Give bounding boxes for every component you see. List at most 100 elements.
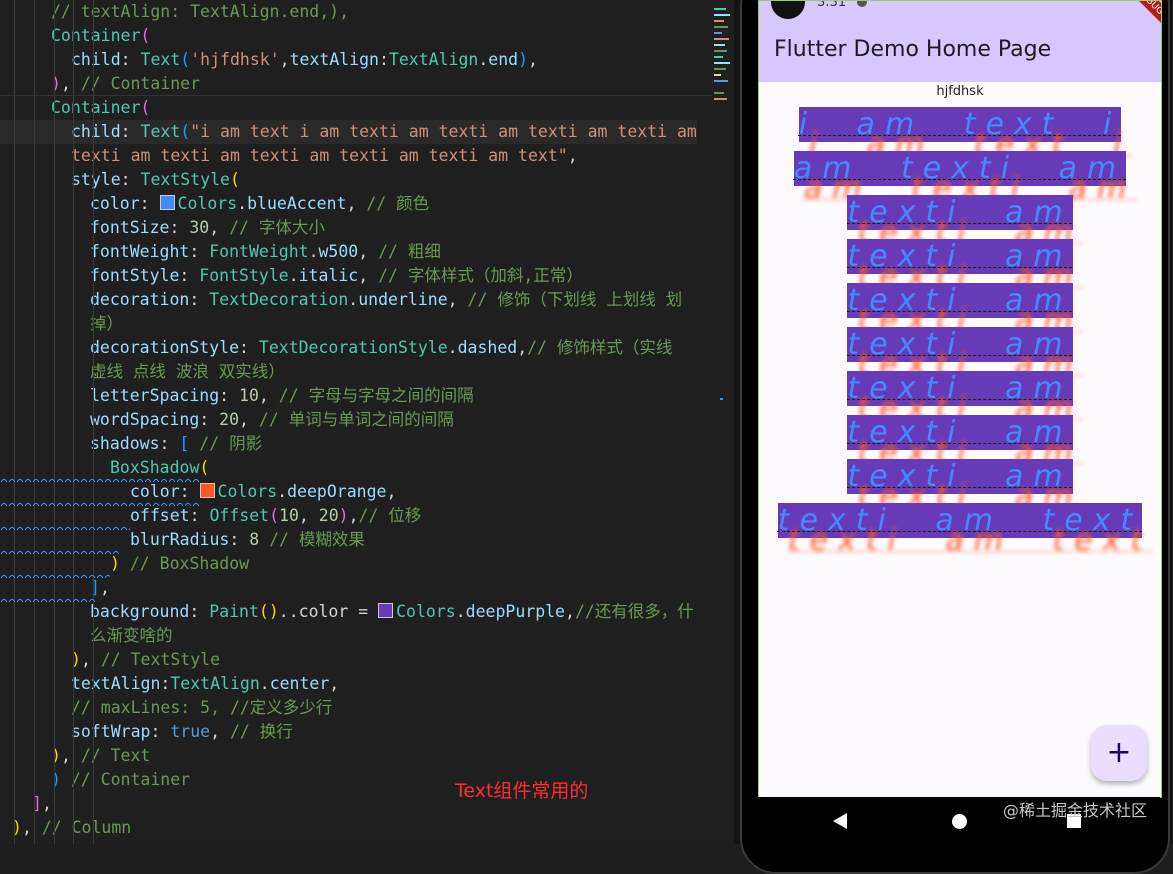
code-line[interactable]: ), // Text bbox=[0, 744, 150, 768]
code-token: Container bbox=[51, 98, 141, 117]
code-line[interactable]: style: TextStyle( bbox=[0, 168, 240, 192]
code-line[interactable]: offset: Offset(10, 20),// 位移 bbox=[0, 504, 421, 528]
code-line[interactable]: 掉） bbox=[0, 312, 123, 336]
code-line[interactable]: ), // TextStyle bbox=[0, 648, 220, 672]
code-token: 'hjfdhsk' bbox=[190, 50, 280, 69]
code-line[interactable]: // textAlign: TextAlign.end,), bbox=[0, 0, 349, 24]
code-token: : bbox=[159, 434, 180, 453]
code-token: blueAccent bbox=[247, 194, 347, 213]
code-token: color bbox=[90, 194, 140, 213]
lint-squiggle bbox=[0, 502, 200, 506]
code-line[interactable]: // maxLines: 5, //定义多少行 bbox=[0, 696, 332, 720]
color-swatch-icon[interactable] bbox=[159, 195, 175, 210]
code-token: 30 bbox=[189, 218, 210, 237]
code-token: "i am text i am texti am texti am texti … bbox=[190, 122, 697, 141]
code-line[interactable]: background: Paint()..color = Colors.deep… bbox=[0, 600, 694, 624]
code-token: , bbox=[517, 338, 528, 357]
code-line[interactable]: 么渐变啥的 bbox=[0, 624, 173, 648]
lint-squiggle bbox=[0, 574, 110, 578]
home-icon[interactable] bbox=[952, 814, 967, 829]
code-token: texti am texti am texti am texti am text… bbox=[71, 146, 568, 165]
code-token: ( bbox=[180, 122, 191, 141]
code-line[interactable]: Container( bbox=[0, 24, 150, 48]
code-token: , bbox=[210, 722, 230, 741]
code-line[interactable]: child: Text("i am text i am texti am tex… bbox=[0, 120, 697, 144]
code-line[interactable]: ], bbox=[0, 792, 52, 816]
code-line[interactable]: ) // Container bbox=[0, 768, 190, 792]
code-token: Container bbox=[51, 26, 141, 45]
code-token: 么渐变啥的 bbox=[90, 626, 173, 645]
code-line[interactable]: child: Text('hjfdhsk',textAlign:TextAlig… bbox=[0, 48, 538, 72]
code-token: : bbox=[189, 506, 210, 525]
back-icon[interactable] bbox=[833, 813, 847, 829]
code-line[interactable]: shadows: [ // 阴影 bbox=[0, 432, 262, 456]
code-token: 10 bbox=[279, 506, 299, 525]
code-token: , bbox=[358, 242, 379, 261]
code-token: Text bbox=[140, 122, 181, 141]
floating-action-button[interactable]: + bbox=[1091, 725, 1147, 781]
code-token: w500 bbox=[318, 242, 359, 261]
code-token: ) bbox=[518, 50, 529, 69]
code-token: true bbox=[170, 722, 211, 741]
color-swatch-icon[interactable] bbox=[378, 603, 394, 618]
code-token: textAlign bbox=[289, 50, 379, 69]
code-line[interactable]: textAlign:TextAlign.center, bbox=[0, 672, 339, 696]
code-token: TextAlign bbox=[170, 674, 260, 693]
code-token: : bbox=[139, 194, 160, 213]
code-line[interactable]: ), // Container bbox=[0, 72, 200, 96]
code-token: . bbox=[308, 242, 319, 261]
editor-minimap[interactable] bbox=[712, 0, 734, 844]
code-token: style bbox=[71, 170, 121, 189]
code-token: // Container bbox=[60, 770, 191, 789]
code-line[interactable]: color: Colors.deepOrange, bbox=[0, 480, 396, 504]
overlay-caption: Text组件常用的 bbox=[455, 780, 589, 802]
code-token: // 位移 bbox=[358, 506, 422, 525]
text-hjfdhsk: hjfdhsk bbox=[936, 84, 984, 99]
code-line[interactable]: BoxShadow( bbox=[0, 456, 209, 480]
status-notification-icon bbox=[857, 1, 867, 7]
code-line[interactable]: wordSpacing: 20, // 单词与单词之间的间隔 bbox=[0, 408, 454, 432]
code-line[interactable]: fontStyle: FontStyle.italic, // 字体样式（加斜,… bbox=[0, 264, 583, 288]
code-token: , bbox=[209, 218, 230, 237]
code-line[interactable]: fontSize: 30, // 字体大小 bbox=[0, 216, 325, 240]
code-line[interactable]: ), // Column bbox=[0, 816, 131, 840]
code-token: // 单词与单词之间的间隔 bbox=[258, 410, 454, 429]
plus-icon: + bbox=[1106, 735, 1132, 770]
code-line[interactable]: 虚线 点线 波浪 双实线） bbox=[0, 360, 285, 384]
code-token: // maxLines: 5, //定义多少行 bbox=[71, 698, 333, 717]
color-swatch-icon[interactable] bbox=[199, 483, 215, 498]
code-token: fontWeight bbox=[90, 242, 190, 261]
code-line[interactable]: ) // BoxShadow bbox=[0, 552, 249, 576]
code-line[interactable]: Container( bbox=[0, 96, 150, 120]
code-token: softWrap bbox=[71, 722, 151, 741]
code-line[interactable]: decorationStyle: TextDecorationStyle.das… bbox=[0, 336, 672, 360]
code-token: 10 bbox=[239, 386, 259, 405]
code-line[interactable]: fontWeight: FontWeight.w500, // 粗细 bbox=[0, 240, 441, 264]
code-token: , bbox=[329, 674, 340, 693]
code-line[interactable]: texti am texti am texti am texti am text… bbox=[0, 144, 578, 168]
code-token: . bbox=[259, 674, 270, 693]
code-token: . bbox=[455, 602, 466, 621]
code-token: underline bbox=[358, 290, 448, 309]
code-token: ( bbox=[140, 98, 151, 117]
code-token: // Column bbox=[41, 818, 132, 837]
indent-guide bbox=[34, 0, 35, 844]
code-token: FontWeight bbox=[209, 242, 309, 261]
code-token: child bbox=[71, 50, 121, 69]
code-line[interactable]: softWrap: true, // 换行 bbox=[0, 720, 293, 744]
code-token: // Container bbox=[80, 74, 201, 93]
code-token: // 修饰样式（实线 bbox=[527, 338, 673, 357]
code-token: end bbox=[488, 50, 519, 69]
code-token: : bbox=[179, 266, 200, 285]
code-line[interactable]: letterSpacing: 10, // 字母与字母之间的间隔 bbox=[0, 384, 474, 408]
code-editor[interactable]: ), // Column],) // Container), // Text so… bbox=[0, 0, 712, 844]
code-token: : bbox=[179, 482, 200, 501]
phone-emulator: 3:31 DEBUG Flutter Demo Home Page hjfdhs… bbox=[734, 0, 1173, 874]
code-token: italic bbox=[298, 266, 359, 285]
code-line[interactable]: color: Colors.blueAccent, // 颜色 bbox=[0, 192, 429, 216]
code-token: , bbox=[567, 146, 578, 165]
code-token: Colors bbox=[217, 482, 278, 501]
code-token: 掉） bbox=[90, 314, 123, 333]
code-line[interactable]: decoration: TextDecoration.underline, //… bbox=[0, 288, 682, 312]
code-token: Offset bbox=[209, 506, 270, 525]
